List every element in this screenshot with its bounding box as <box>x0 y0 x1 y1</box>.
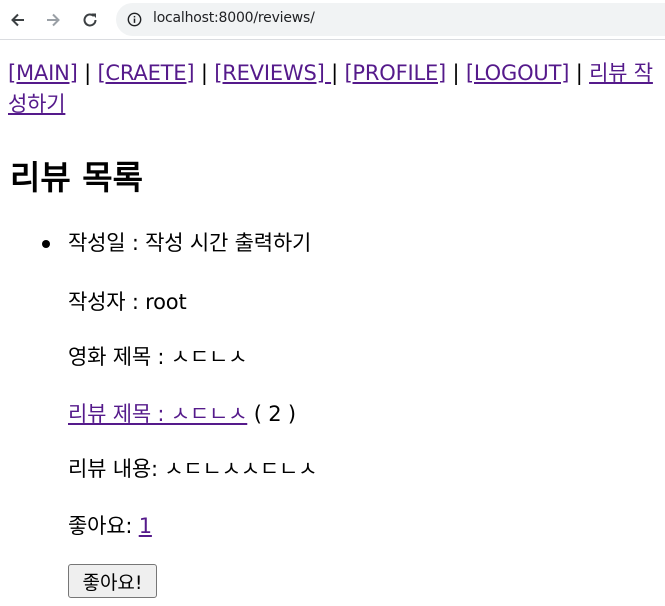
reload-icon[interactable] <box>78 8 102 32</box>
likes-count-link[interactable]: 1 <box>139 514 152 538</box>
nav-separator: | <box>84 61 91 85</box>
nav-separator: | <box>452 61 460 85</box>
nav-link-create[interactable]: [CRAETE] <box>97 61 194 85</box>
page-title: 리뷰 목록 <box>10 158 143 197</box>
page-content: [MAIN] | [CRAETE] | [REVIEWS] | [PROFILE… <box>0 41 665 606</box>
like-button[interactable]: 좋아요! <box>68 564 157 598</box>
nav-link-logout[interactable]: [LOGOUT] <box>466 61 569 85</box>
nav-link-profile[interactable]: [PROFILE] <box>344 61 446 85</box>
review-count: ( 2 ) <box>247 402 296 426</box>
review-author: 작성자 : root <box>68 290 187 314</box>
review-content: 리뷰 내용: ㅅㄷㄴㅅㅅㄷㄴㅅ <box>68 457 318 481</box>
review-title-row: 리뷰 제목 : ㅅㄷㄴㅅ ( 2 ) <box>68 398 296 428</box>
url-text[interactable]: localhost:8000/reviews/ <box>153 10 315 26</box>
address-bar[interactable]: localhost:8000/reviews/ <box>116 3 665 36</box>
nav-separator: | <box>331 61 338 85</box>
forward-arrow-icon[interactable] <box>41 8 65 32</box>
review-created-date: 작성일 : 작성 시간 출력하기 <box>68 231 312 255</box>
review-movie-title: 영화 제목 : ㅅㄷㄴㅅ <box>68 345 248 369</box>
review-likes-row: 좋아요: 1 <box>68 510 152 540</box>
likes-label: 좋아요: <box>68 514 139 538</box>
nav-link-main[interactable]: [MAIN] <box>8 61 78 85</box>
review-title-link[interactable]: 리뷰 제목 : ㅅㄷㄴㅅ <box>68 402 247 426</box>
back-arrow-icon[interactable] <box>6 8 30 32</box>
list-bullet <box>42 240 50 248</box>
nav-separator: | <box>575 61 583 85</box>
top-nav: [MAIN] | [CRAETE] | [REVIEWS] | [PROFILE… <box>8 58 658 120</box>
nav-link-reviews[interactable]: [REVIEWS] <box>214 61 331 85</box>
nav-separator: | <box>200 61 208 85</box>
browser-toolbar: localhost:8000/reviews/ <box>0 0 665 40</box>
info-icon[interactable] <box>127 12 142 27</box>
